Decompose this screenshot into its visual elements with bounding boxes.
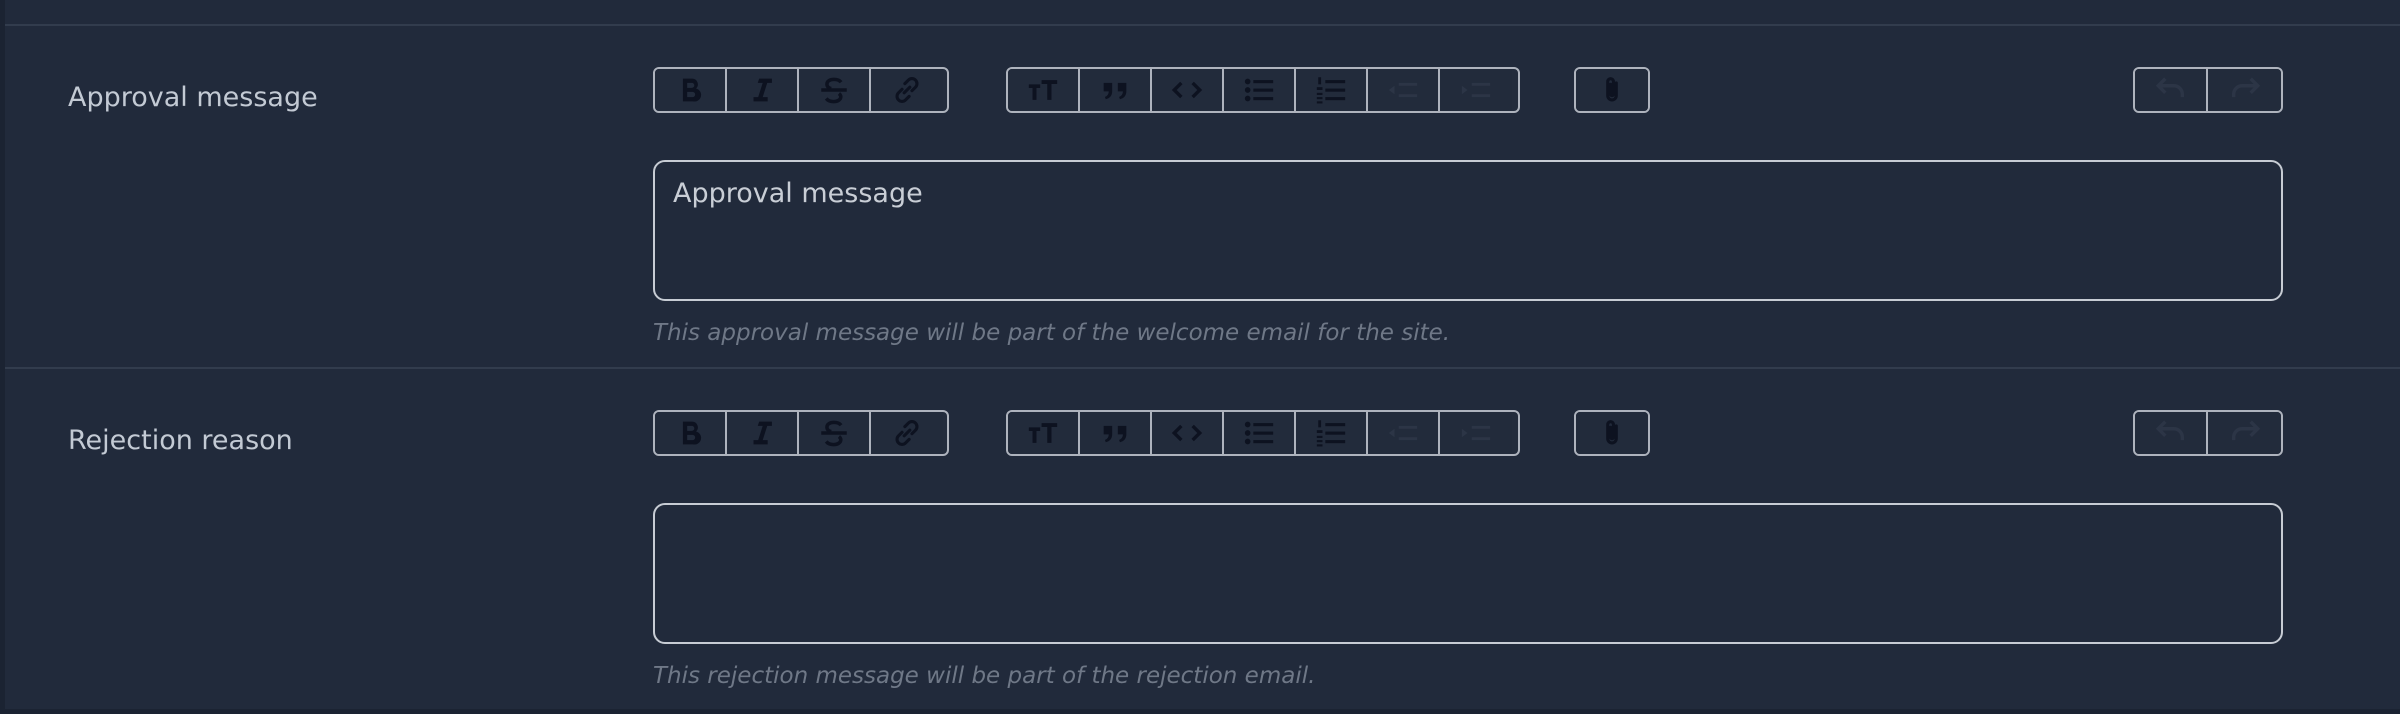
increase-indent-button[interactable] (1440, 69, 1512, 111)
decrease-indent-icon (1388, 82, 1418, 98)
italic-icon (753, 78, 772, 102)
code-button[interactable] (1152, 69, 1224, 111)
undo-button[interactable] (2135, 69, 2209, 111)
link-button[interactable] (871, 69, 943, 111)
bold-button[interactable] (655, 69, 727, 111)
block-format-group (1006, 67, 1520, 113)
file-group (1574, 67, 1650, 113)
increase-indent-icon (1461, 425, 1491, 441)
heading-icon (1028, 80, 1058, 100)
attachment-icon (1606, 77, 1618, 102)
decrease-indent-button[interactable] (1368, 412, 1440, 454)
numbered-list-icon (1316, 420, 1346, 447)
quote-icon (1103, 425, 1127, 443)
text-format-group (653, 410, 949, 456)
redo-button[interactable] (2208, 412, 2281, 454)
numbered-list-button[interactable] (1296, 412, 1368, 454)
increase-indent-button[interactable] (1440, 412, 1512, 454)
history-group (2133, 67, 2283, 113)
quote-button[interactable] (1080, 412, 1152, 454)
link-icon (895, 77, 919, 103)
strikethrough-icon (821, 420, 847, 447)
decrease-indent-button[interactable] (1368, 69, 1440, 111)
increase-indent-icon (1461, 82, 1491, 98)
decrease-indent-icon (1388, 425, 1418, 441)
rejection-section: Rejection reason This rejection message … (5, 369, 2400, 709)
strikethrough-button[interactable] (799, 412, 871, 454)
attach-file-button[interactable] (1576, 412, 1648, 454)
approval-message-content: Approval message (673, 178, 923, 209)
text-format-group (653, 67, 949, 113)
code-icon (1171, 424, 1203, 442)
bullet-list-icon (1244, 421, 1274, 445)
heading-icon (1028, 423, 1058, 443)
italic-button[interactable] (727, 69, 799, 111)
quote-icon (1103, 82, 1127, 100)
quote-button[interactable] (1080, 69, 1152, 111)
strikethrough-button[interactable] (799, 69, 871, 111)
approval-section: Approval message Approval message This a… (5, 26, 2400, 366)
history-group (2133, 410, 2283, 456)
redo-button[interactable] (2208, 69, 2281, 111)
bold-icon (682, 421, 702, 445)
numbered-list-button[interactable] (1296, 69, 1368, 111)
attach-file-button[interactable] (1576, 69, 1648, 111)
heading-button[interactable] (1008, 69, 1080, 111)
block-format-group (1006, 410, 1520, 456)
undo-icon (2155, 77, 2184, 98)
undo-button[interactable] (2135, 412, 2209, 454)
bullet-list-button[interactable] (1224, 412, 1296, 454)
undo-icon (2155, 420, 2184, 441)
redo-icon (2231, 420, 2260, 441)
approval-message-editor[interactable]: Approval message (653, 160, 2283, 301)
italic-button[interactable] (727, 412, 799, 454)
bold-icon (682, 78, 702, 102)
attachment-icon (1606, 420, 1618, 445)
rejection-reason-editor[interactable] (653, 503, 2283, 644)
link-icon (895, 420, 919, 446)
code-button[interactable] (1152, 412, 1224, 454)
bullet-list-icon (1244, 78, 1274, 102)
strikethrough-icon (821, 77, 847, 104)
bullet-list-button[interactable] (1224, 69, 1296, 111)
rejection-helper-text: This rejection message will be part of t… (653, 663, 1316, 689)
approval-label: Approval message (68, 82, 318, 113)
approval-helper-text: This approval message will be part of th… (653, 320, 1451, 346)
code-icon (1171, 81, 1203, 99)
numbered-list-icon (1316, 77, 1346, 104)
file-group (1574, 410, 1650, 456)
heading-button[interactable] (1008, 412, 1080, 454)
link-button[interactable] (871, 412, 943, 454)
rejection-label: Rejection reason (68, 425, 293, 456)
bold-button[interactable] (655, 412, 727, 454)
italic-icon (753, 421, 772, 445)
redo-icon (2231, 77, 2260, 98)
